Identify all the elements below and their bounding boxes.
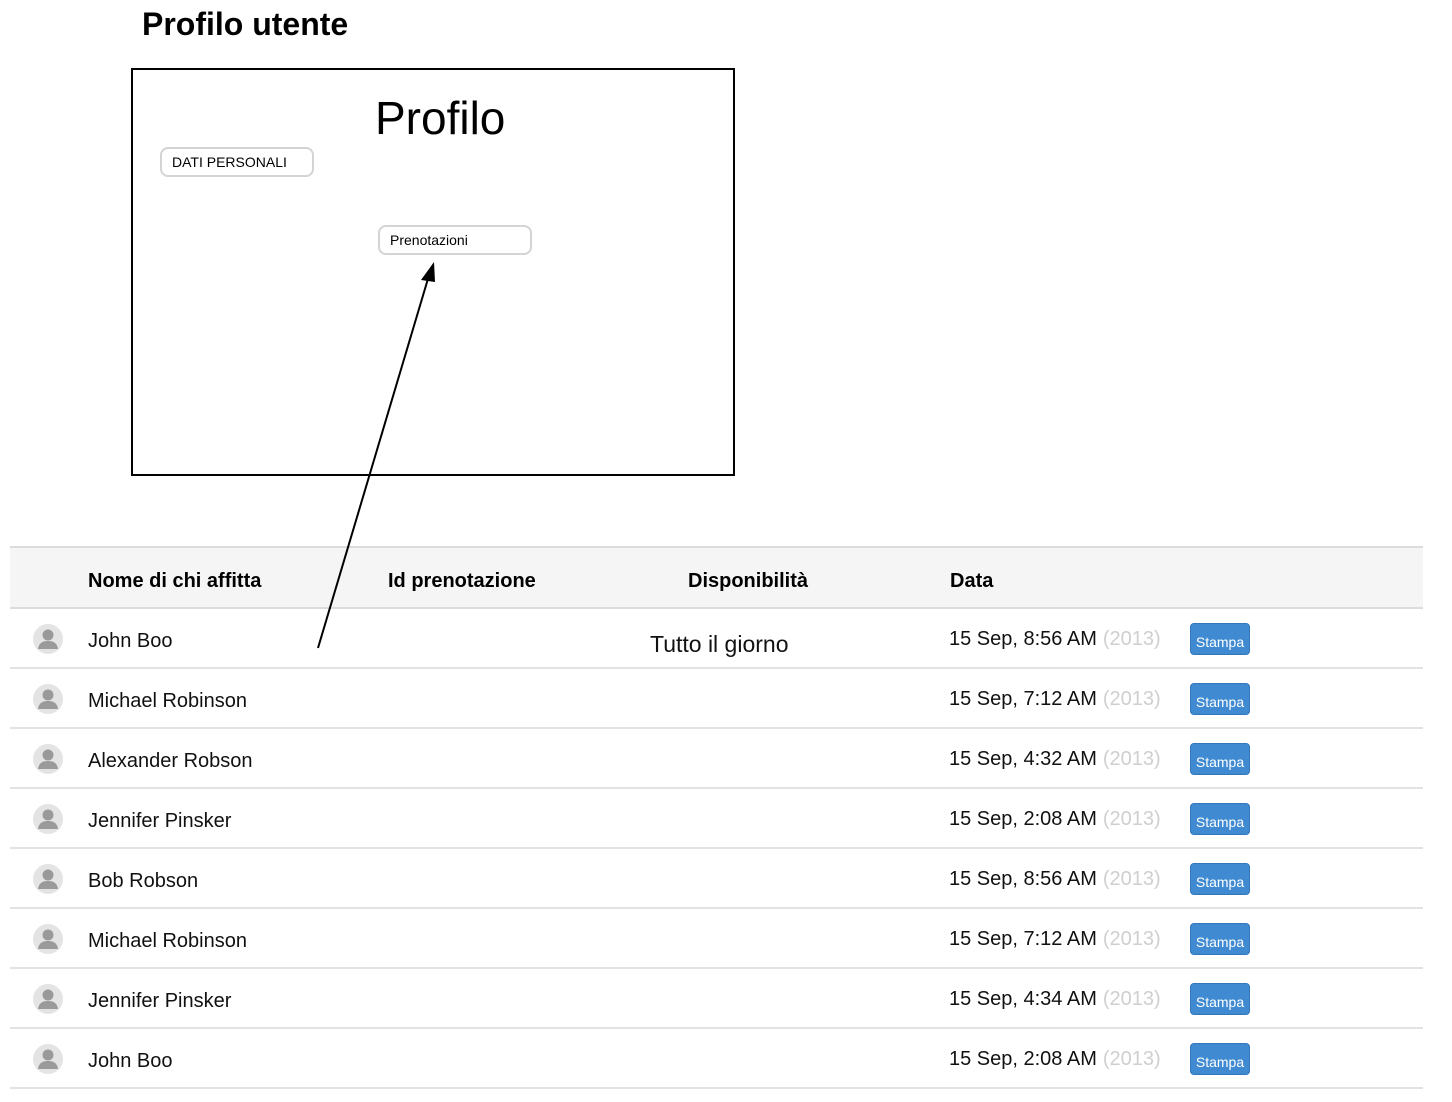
table-body: John Boo Tutto il giorno 15 Sep, 8:56 AM (2… (10, 609, 1423, 1089)
date-time: 15 Sep, 8:56 AM (949, 868, 1097, 890)
date-time: 15 Sep, 2:08 AM (949, 808, 1097, 830)
renter-name: Michael Robinson (88, 690, 247, 712)
renter-name: Bob Robson (88, 870, 199, 892)
profile-mockup-frame: Profilo DATI PERSONALI Prenotazioni (131, 68, 735, 476)
table-row: Michael Robinson 15 Sep, 7:12 AM (2013) Sta… (10, 669, 1423, 729)
booking-date: 15 Sep, 4:32 AM (2013) (949, 747, 1161, 771)
date-year: (2013) (1102, 748, 1161, 770)
avatar-icon (33, 804, 63, 834)
bookings-button[interactable]: Prenotazioni (378, 225, 532, 255)
table-row: Alexander Robson 15 Sep, 4:32 AM (2013) Sta… (10, 729, 1423, 789)
table-row: Jennifer Pinsker 15 Sep, 2:08 AM (2013) Sta… (10, 789, 1423, 849)
print-button[interactable]: Stampa (1190, 923, 1250, 955)
date-year: (2013) (1102, 928, 1161, 950)
print-button[interactable]: Stampa (1190, 983, 1250, 1015)
avatar-icon (33, 684, 63, 714)
print-button[interactable]: Stampa (1190, 683, 1250, 715)
booking-date: 15 Sep, 8:56 AM (2013) (949, 867, 1161, 891)
date-time: 15 Sep, 7:12 AM (949, 928, 1097, 950)
avatar-icon (33, 624, 63, 654)
booking-date: 15 Sep, 4:34 AM (2013) (949, 987, 1161, 1011)
renter-name: Jennifer Pinsker (88, 810, 232, 832)
availability-value: Tutto il giorno (650, 631, 789, 657)
date-time: 15 Sep, 2:08 AM (949, 1048, 1097, 1070)
table-row: Michael Robinson 15 Sep, 7:12 AM (2013) Sta… (10, 909, 1423, 969)
date-year: (2013) (1102, 628, 1161, 650)
avatar-icon (33, 744, 63, 774)
header-booking-id: Id prenotazione (388, 570, 536, 592)
table-row: Bob Robson 15 Sep, 8:56 AM (2013) Stampa (10, 849, 1423, 909)
date-year: (2013) (1102, 1048, 1161, 1070)
header-availability: Disponibilità (688, 570, 808, 592)
renter-name: John Boo (88, 630, 173, 652)
date-year: (2013) (1102, 808, 1161, 830)
print-button[interactable]: Stampa (1190, 743, 1250, 775)
renter-name: John Boo (88, 1050, 173, 1072)
header-name: Nome di chi affitta (88, 570, 262, 592)
date-time: 15 Sep, 4:32 AM (949, 748, 1097, 770)
booking-date: 15 Sep, 7:12 AM (2013) (949, 927, 1161, 951)
bookings-table: Nome di chi affitta Id prenotazione Disp… (10, 546, 1423, 1089)
print-button[interactable]: Stampa (1190, 863, 1250, 895)
page: Profilo utente Profilo DATI PERSONALI Pr… (0, 0, 1452, 1102)
avatar-icon (33, 924, 63, 954)
date-time: 15 Sep, 7:12 AM (949, 688, 1097, 710)
profile-heading: Profilo (375, 92, 506, 144)
table-header: Nome di chi affitta Id prenotazione Disp… (10, 548, 1423, 609)
table-row: Jennifer Pinsker 15 Sep, 4:34 AM (2013) Sta… (10, 969, 1423, 1029)
date-year: (2013) (1102, 688, 1161, 710)
booking-date: 15 Sep, 8:56 AM (2013) (949, 627, 1161, 651)
print-button[interactable]: Stampa (1190, 803, 1250, 835)
avatar-icon (33, 1044, 63, 1074)
date-year: (2013) (1102, 868, 1161, 890)
print-button[interactable]: Stampa (1190, 1043, 1250, 1075)
renter-name: Jennifer Pinsker (88, 990, 232, 1012)
page-title: Profilo utente (142, 6, 349, 42)
renter-name: Michael Robinson (88, 930, 247, 952)
booking-date: 15 Sep, 7:12 AM (2013) (949, 687, 1161, 711)
avatar-icon (33, 984, 63, 1014)
renter-name: Alexander Robson (88, 750, 253, 772)
date-time: 15 Sep, 8:56 AM (949, 628, 1097, 650)
booking-date: 15 Sep, 2:08 AM (2013) (949, 807, 1161, 831)
table-row: John Boo Tutto il giorno 15 Sep, 8:56 AM (2… (10, 609, 1423, 669)
print-button[interactable]: Stampa (1190, 623, 1250, 655)
date-year: (2013) (1102, 988, 1161, 1010)
personal-data-button[interactable]: DATI PERSONALI (160, 147, 314, 177)
table-row: John Boo 15 Sep, 2:08 AM (2013) Stampa (10, 1029, 1423, 1089)
avatar-icon (33, 864, 63, 894)
header-date: Data (950, 570, 994, 592)
booking-date: 15 Sep, 2:08 AM (2013) (949, 1047, 1161, 1071)
date-time: 15 Sep, 4:34 AM (949, 988, 1097, 1010)
